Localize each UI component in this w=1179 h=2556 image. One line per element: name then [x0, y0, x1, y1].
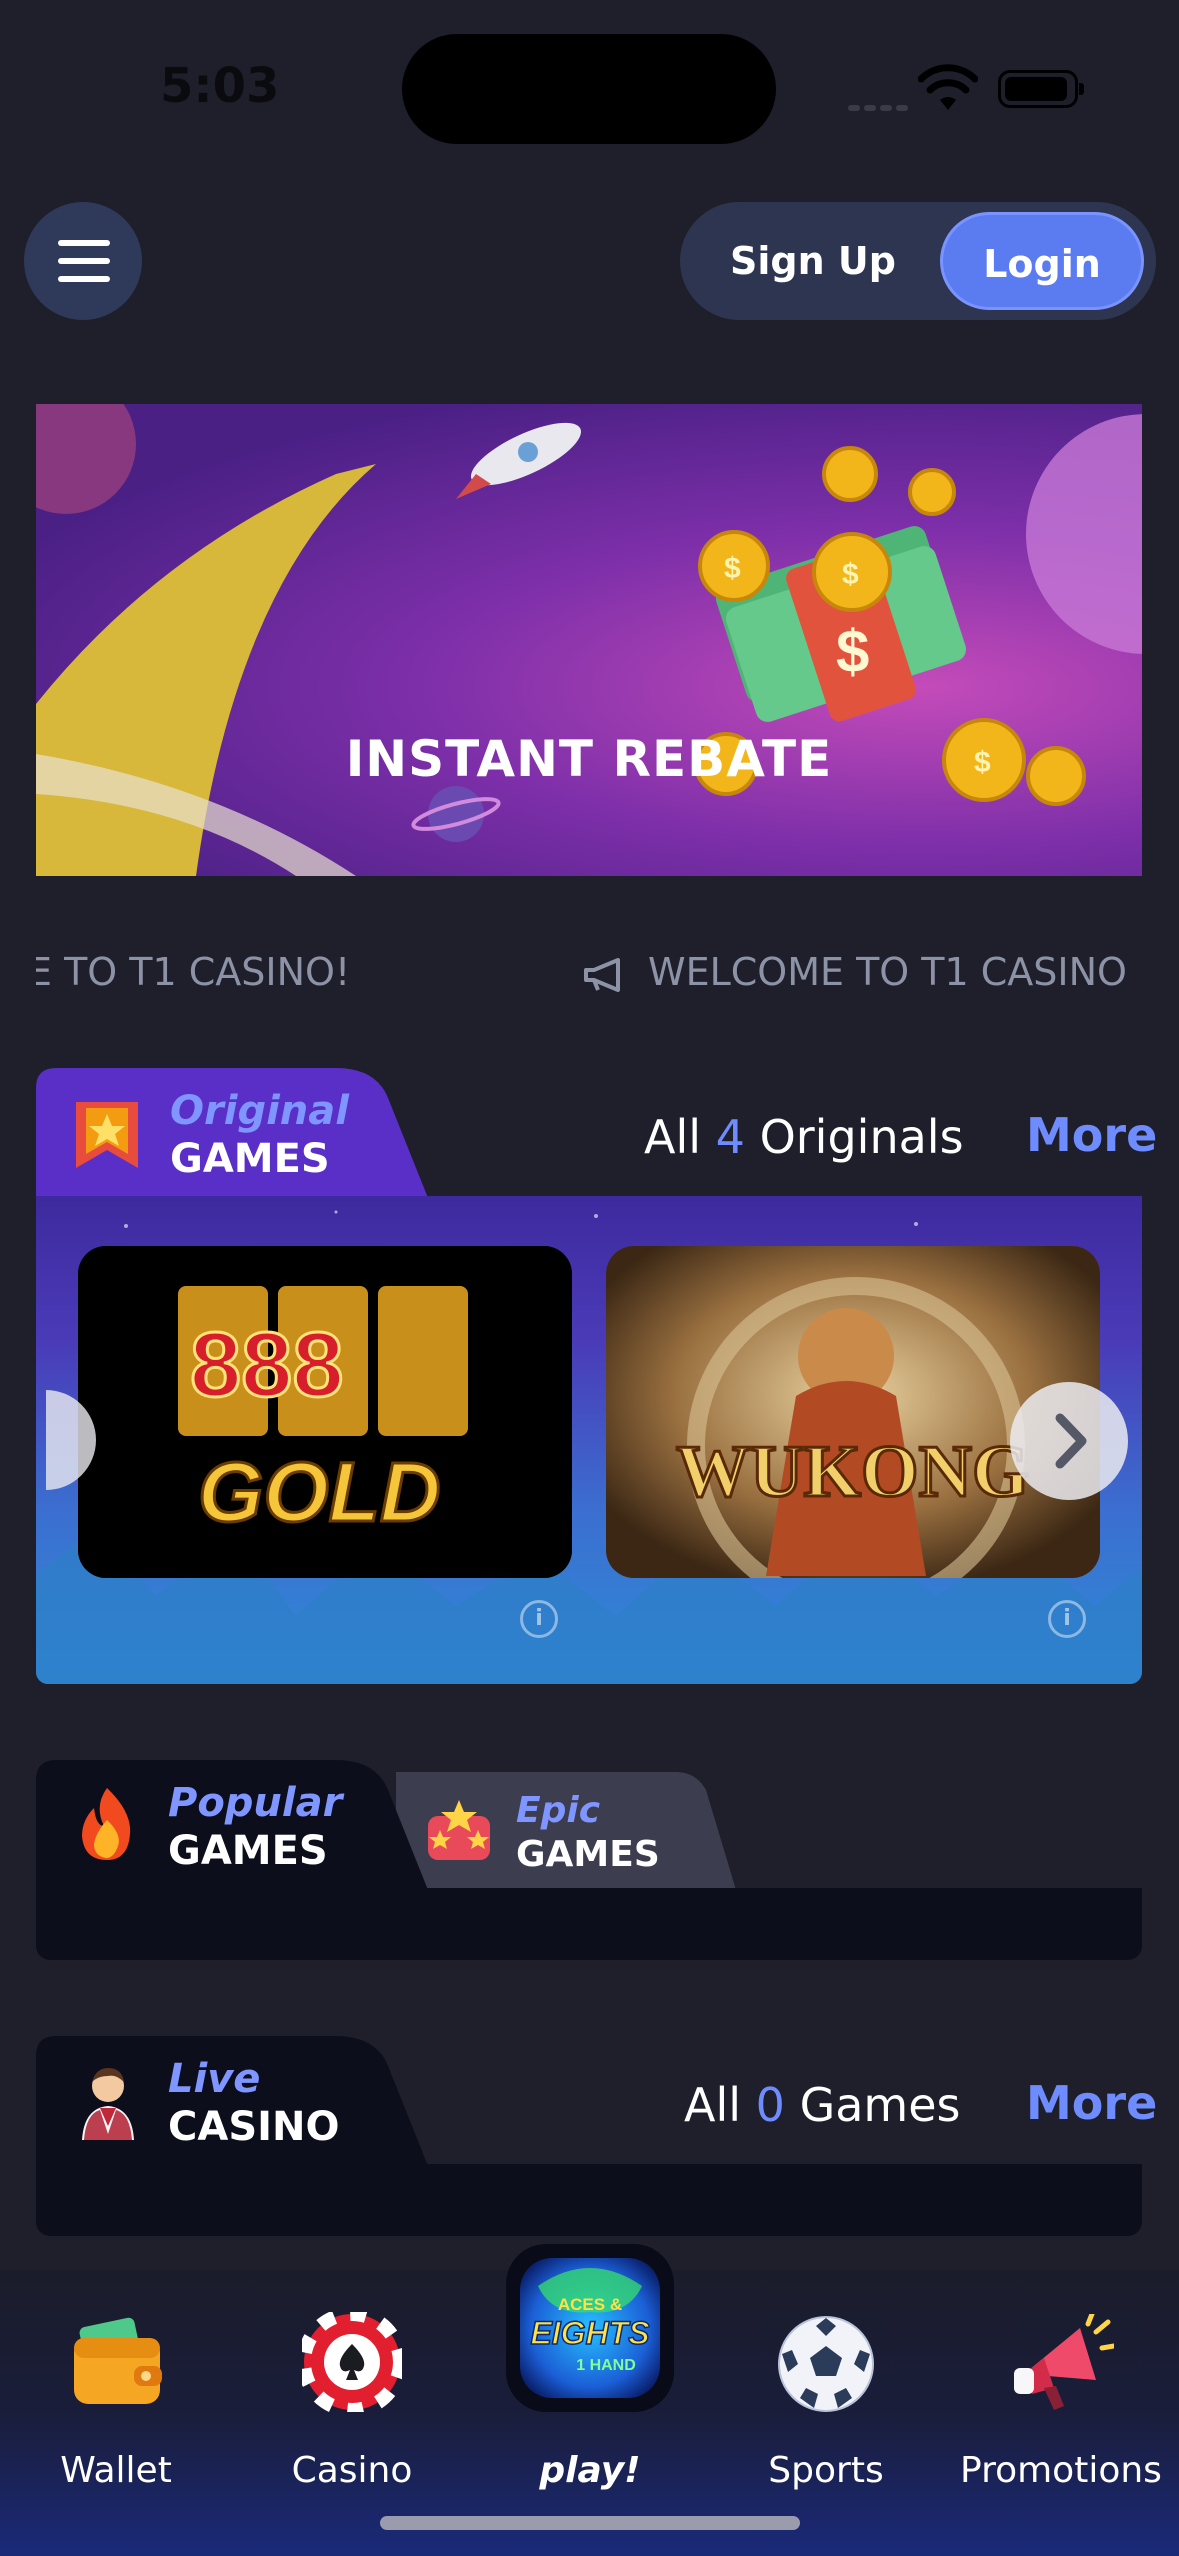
promo-banner[interactable]: $ $ $ $ INSTANT REBATE: [36, 404, 1142, 876]
live-label-top: Live: [168, 2056, 261, 2102]
count-prefix: All: [644, 1110, 702, 1164]
originals-count: All 4 Originals: [644, 1110, 964, 1164]
dynamic-island: [402, 34, 776, 144]
megaphone-icon: [1014, 2314, 1114, 2410]
hamburger-line: [58, 276, 110, 282]
fire-icon: [82, 1788, 131, 1860]
logo-line1: ACES &: [558, 2295, 622, 2314]
888-gold-art: 888 GOLD: [78, 1246, 572, 1578]
count-number: 0: [755, 2078, 785, 2132]
nav-sports[interactable]: Sports: [726, 2270, 926, 2491]
nav-promotions[interactable]: Promotions: [960, 2270, 1162, 2491]
svg-text:$: $: [724, 552, 741, 585]
dealer-icon: [82, 2068, 134, 2140]
login-button[interactable]: Login: [940, 212, 1144, 310]
ribbon-star-icon: [76, 1102, 138, 1168]
marquee-text-full: WELCOME TO T1 CASINO: [648, 950, 1127, 994]
cellular-signal-icon: [848, 96, 912, 115]
banner-title: INSTANT REBATE: [345, 730, 833, 788]
hamburger-icon: [58, 240, 110, 246]
nav-play-label: play!: [539, 2450, 641, 2491]
logo-line3: 1 HAND: [576, 2357, 636, 2374]
originals-label-top: Original: [170, 1088, 349, 1134]
originals-label-bottom: GAMES: [170, 1136, 330, 1182]
soccer-ball-icon: [778, 2316, 874, 2412]
hamburger-line: [58, 258, 110, 264]
live-count: All 0 Games: [684, 2078, 960, 2132]
logo-line2: EIGHTS: [530, 2315, 650, 2351]
megaphone-icon: [584, 957, 620, 992]
battery-icon: [998, 70, 1084, 108]
nav-casino-label: Casino: [291, 2450, 413, 2491]
home-indicator: [380, 2516, 800, 2530]
tab-popular-label-top[interactable]: Popular: [168, 1780, 342, 1826]
bottom-navigation: Wallet Casino ACES & EIGHTS 1 HAND play!: [0, 2244, 1179, 2556]
live-more-link[interactable]: More: [1026, 2076, 1157, 2130]
originals-carousel: 888 GOLD WUKONG i i: [36, 1196, 1142, 1684]
chevron-right-icon: [1055, 1413, 1087, 1469]
count-prefix: All: [684, 2078, 742, 2132]
tab-popular-label-bottom[interactable]: GAMES: [168, 1828, 328, 1874]
banner-art: $ $ $$: [36, 404, 1142, 876]
sign-up-button[interactable]: Sign Up: [710, 202, 916, 320]
announcement-marquee: E TO T1 CASINO! WELCOME TO T1 CASINO: [36, 940, 1142, 1010]
marquee-item: WELCOME TO T1 CASINO: [582, 950, 1127, 994]
svg-text:$: $: [836, 618, 869, 685]
popular-games-panel: [36, 1888, 1142, 1960]
game-card-888-gold[interactable]: 888 GOLD: [78, 1246, 572, 1578]
888-text: 888: [190, 1314, 344, 1416]
carousel-next-button[interactable]: [1010, 1382, 1128, 1500]
tab-epic-label-top[interactable]: Epic: [516, 1790, 600, 1831]
nav-casino[interactable]: Casino: [252, 2270, 452, 2491]
svg-text:$: $: [842, 558, 859, 591]
info-icon[interactable]: i: [1048, 1600, 1086, 1638]
wifi-icon: [918, 64, 978, 110]
info-icon[interactable]: i: [520, 1600, 558, 1638]
status-time: 5:03: [160, 58, 280, 114]
originals-more-link[interactable]: More: [1026, 1108, 1157, 1162]
gold-text: GOLD: [198, 1445, 441, 1539]
nav-promotions-label: Promotions: [960, 2450, 1162, 2491]
count-suffix: Originals: [759, 1110, 964, 1164]
auth-group: Sign Up Login: [680, 202, 1156, 320]
nav-sports-label: Sports: [768, 2450, 884, 2491]
poker-chip-icon: [302, 2312, 402, 2412]
wu-kong-text: WUKONG: [676, 1431, 1030, 1513]
aces-eights-logo: ACES & EIGHTS 1 HAND: [520, 2258, 660, 2398]
count-suffix: Games: [799, 2078, 961, 2132]
tab-epic-label-bottom[interactable]: GAMES: [516, 1834, 660, 1875]
epic-stars-icon: [428, 1800, 490, 1860]
nav-wallet-label: Wallet: [60, 2450, 172, 2491]
menu-button[interactable]: [24, 202, 142, 320]
live-casino-panel: [36, 2164, 1142, 2236]
live-label-bottom: CASINO: [168, 2104, 340, 2150]
count-number: 4: [715, 1110, 745, 1164]
nav-play[interactable]: ACES & EIGHTS 1 HAND play!: [490, 2244, 690, 2491]
marquee-text: E TO T1 CASINO!: [36, 950, 351, 994]
wallet-icon: [74, 2317, 162, 2404]
nav-wallet[interactable]: Wallet: [16, 2270, 216, 2491]
